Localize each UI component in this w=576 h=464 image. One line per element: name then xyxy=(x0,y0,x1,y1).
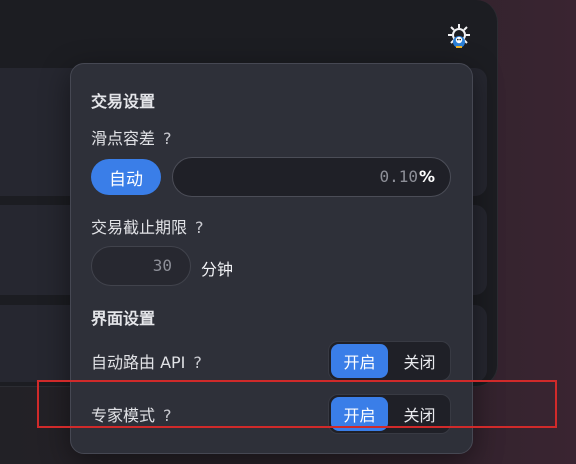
deadline-input[interactable]: 30 xyxy=(91,246,191,286)
highlight-box xyxy=(37,380,557,428)
slippage-input[interactable]: 0.10 % xyxy=(172,157,451,197)
deadline-value: 30 xyxy=(152,256,172,275)
deadline-help-icon[interactable]: ? xyxy=(195,218,204,237)
deadline-label: 交易截止期限 xyxy=(91,218,188,237)
auto-router-label: 自动路由 API xyxy=(91,353,186,372)
deadline-label-row: 交易截止期限? xyxy=(91,214,204,238)
auto-router-off-option[interactable]: 关闭 xyxy=(391,344,448,378)
slippage-label: 滑点容差 xyxy=(91,129,156,148)
ui-settings-title: 界面设置 xyxy=(91,309,156,328)
gear-icon[interactable] xyxy=(444,22,474,52)
auto-router-on-option[interactable]: 开启 xyxy=(331,344,388,378)
auto-router-toggle[interactable]: 开启 关闭 xyxy=(328,341,451,381)
slippage-help-icon[interactable]: ? xyxy=(163,129,172,148)
slippage-value: 0.10 xyxy=(379,167,418,186)
trade-settings-title: 交易设置 xyxy=(91,92,156,111)
deadline-unit: 分钟 xyxy=(201,260,234,279)
auto-slippage-button[interactable]: 自动 xyxy=(91,159,161,195)
slippage-unit: % xyxy=(418,167,435,186)
auto-router-help-icon[interactable]: ? xyxy=(193,353,202,372)
auto-router-label-row: 自动路由 API? xyxy=(91,349,202,373)
slippage-label-row: 滑点容差? xyxy=(91,125,172,149)
